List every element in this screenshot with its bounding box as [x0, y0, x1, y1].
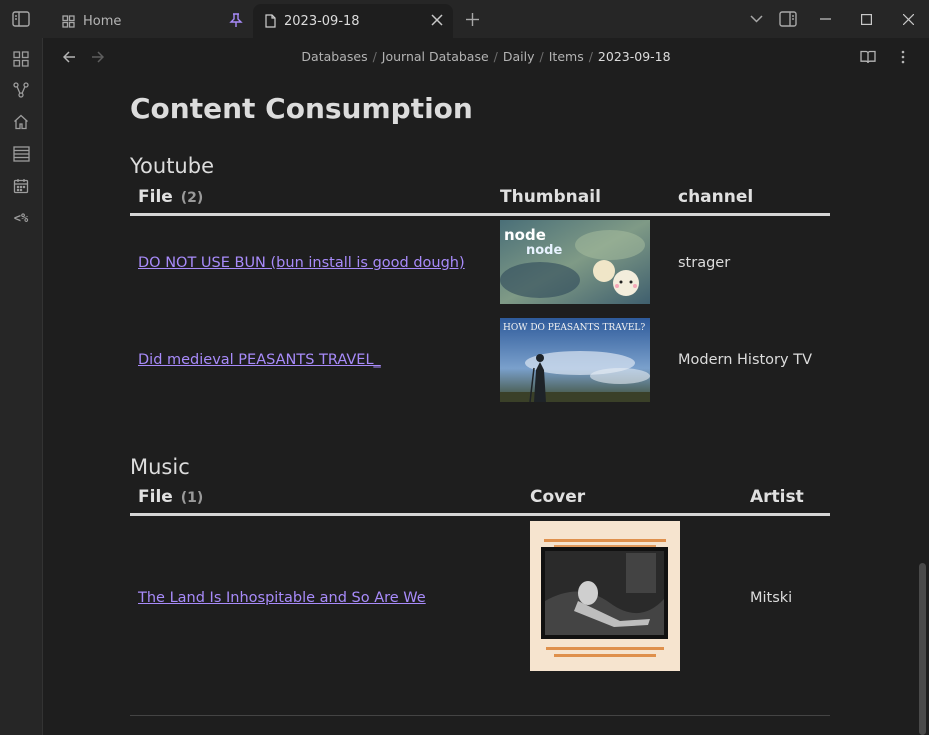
maximize-icon[interactable] [857, 10, 875, 28]
graph-icon[interactable] [9, 78, 33, 102]
column-header-file[interactable]: File (2) [138, 187, 203, 207]
more-options-icon[interactable] [893, 47, 913, 67]
blocks-icon[interactable] [9, 47, 33, 71]
thumbnail-caption: HOW DO PEASANTS TRAVEL? [503, 323, 645, 333]
scrollbar[interactable] [919, 563, 926, 735]
close-icon[interactable] [899, 10, 917, 28]
grid-icon [62, 14, 75, 28]
channel-cell: strager [678, 255, 731, 271]
breadcrumb-journal-database[interactable]: Journal Database [382, 49, 489, 64]
sidebar-toggle-icon[interactable] [10, 8, 32, 30]
breadcrumb-separator: / [588, 49, 593, 64]
minimize-icon[interactable] [816, 10, 834, 28]
calendar-icon[interactable] [9, 174, 33, 198]
page-title: Content Consumption [130, 92, 473, 125]
close-tab-icon[interactable] [431, 14, 443, 26]
left-ribbon: <% [0, 38, 43, 735]
breadcrumb-current[interactable]: 2023-09-18 [598, 49, 671, 64]
breadcrumb-items[interactable]: Items [549, 49, 584, 64]
nav-bar: Databases / Journal Database / Daily / Items / 2… [43, 38, 929, 76]
list-icon[interactable] [9, 142, 33, 166]
divider [130, 715, 830, 716]
column-header-file[interactable]: File (1) [138, 487, 203, 507]
album-cover [530, 521, 680, 671]
chevron-down-icon[interactable] [746, 10, 766, 28]
tab-label: Home [83, 13, 122, 29]
tab-2023-09-18[interactable]: 2023-09-18 [253, 4, 453, 38]
tab-home[interactable]: Home [50, 4, 250, 38]
file-link[interactable]: Did medieval PEASANTS TRAVEL_ [138, 352, 381, 368]
column-header-artist[interactable]: Artist [750, 487, 804, 507]
book-icon[interactable] [858, 47, 878, 67]
title-bar: Home 2023-09-18 [0, 0, 929, 38]
file-link[interactable]: DO NOT USE BUN (bun install is good doug… [138, 255, 465, 271]
header-label: File [138, 487, 173, 507]
breadcrumb: Databases / Journal Database / Daily / Items / 2… [43, 49, 929, 64]
breadcrumb-separator: / [372, 49, 377, 64]
video-thumbnail: node node [500, 220, 650, 304]
row-count: (2) [180, 190, 204, 206]
file-link[interactable]: The Land Is Inhospitable and So Are We [138, 590, 426, 606]
template-icon[interactable]: <% [9, 206, 33, 230]
breadcrumb-daily[interactable]: Daily [503, 49, 535, 64]
breadcrumb-separator: / [539, 49, 544, 64]
youtube-heading: Youtube [130, 154, 214, 178]
header-label: File [138, 187, 173, 207]
right-sidebar-icon[interactable] [777, 8, 799, 30]
row-count: (1) [180, 490, 204, 506]
artist-cell: Mitski [750, 590, 793, 606]
svg-text:node: node [526, 243, 562, 258]
header-divider [130, 213, 830, 216]
video-thumbnail: HOW DO PEASANTS TRAVEL? [500, 318, 650, 402]
template-glyph: <% [13, 211, 29, 225]
column-header-cover[interactable]: Cover [530, 487, 585, 507]
plus-icon[interactable] [462, 10, 482, 28]
file-icon [265, 14, 276, 28]
pin-icon[interactable] [229, 13, 243, 28]
breadcrumb-databases[interactable]: Databases [301, 49, 367, 64]
svg-text:node: node [504, 226, 546, 244]
column-header-channel[interactable]: channel [678, 187, 753, 207]
home-icon[interactable] [9, 110, 33, 134]
music-heading: Music [130, 455, 190, 479]
column-header-thumbnail[interactable]: Thumbnail [500, 187, 601, 207]
channel-cell: Modern History TV [678, 352, 812, 368]
header-divider [130, 513, 830, 516]
tab-label: 2023-09-18 [284, 13, 360, 29]
breadcrumb-separator: / [493, 49, 498, 64]
